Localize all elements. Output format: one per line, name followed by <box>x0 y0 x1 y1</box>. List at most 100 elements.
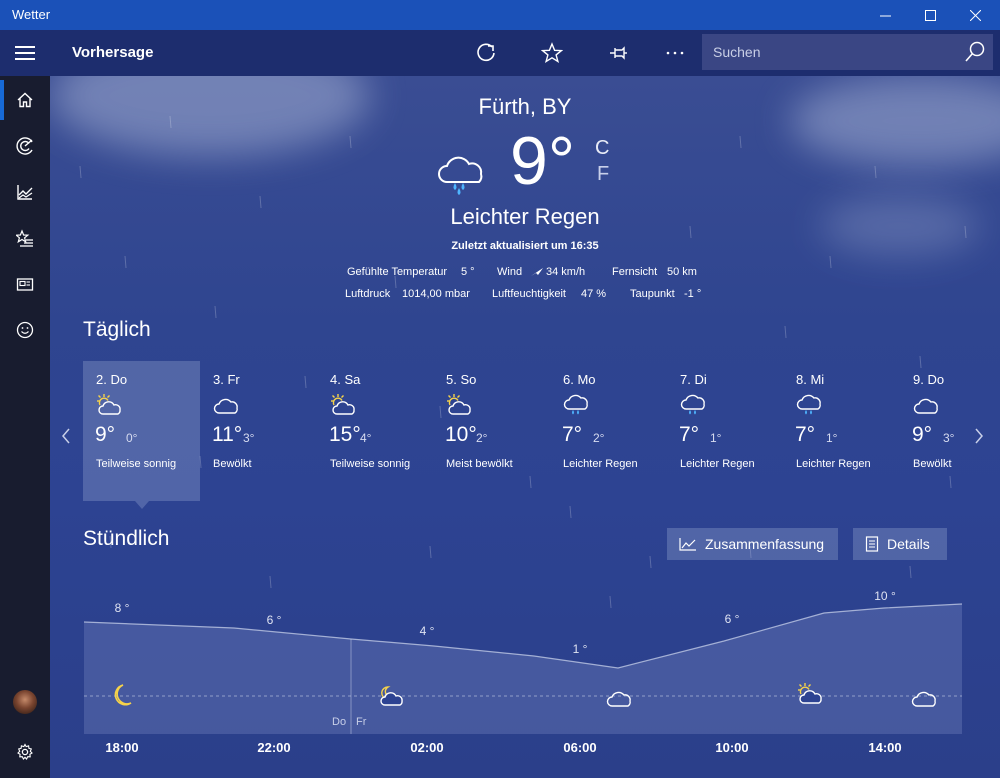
chart-icon <box>17 185 33 200</box>
day-marker-before: Do <box>332 716 347 728</box>
sidebar-item-settings[interactable] <box>0 730 50 774</box>
day-name: 7. Di <box>680 372 707 387</box>
day-card[interactable]: 6. Mo 7° 2° Leichter Regen <box>550 361 667 501</box>
sidebar <box>0 76 50 778</box>
sidebar-item-feedback[interactable] <box>0 308 50 352</box>
pin-button[interactable] <box>601 38 635 68</box>
maximize-button[interactable] <box>907 0 953 30</box>
partly-cloudy-night-icon <box>380 686 403 706</box>
moon-icon <box>114 684 132 706</box>
day-high: 9° <box>912 423 933 446</box>
line-chart-icon <box>679 538 696 551</box>
celsius-toggle[interactable]: C <box>595 137 609 160</box>
hour-label: 14:00 <box>868 740 902 755</box>
day-card[interactable]: 4. Sa 15° 4° Teilweise sonnig <box>317 361 434 501</box>
hour-label: 22:00 <box>257 740 291 755</box>
day-name: 2. Do <box>96 372 128 387</box>
day-low: 2° <box>476 431 488 445</box>
partly-sunny-icon <box>331 394 355 415</box>
refresh-button[interactable] <box>469 38 503 68</box>
more-button[interactable] <box>658 38 692 68</box>
refresh-icon <box>477 43 495 62</box>
pressure-value: 1014,00 mbar <box>402 288 470 300</box>
current-temperature: 9° <box>510 123 576 199</box>
summary-button[interactable]: Zusammenfassung <box>667 528 838 560</box>
humidity-value: 47 % <box>581 288 607 300</box>
fahrenheit-toggle[interactable]: F <box>597 163 609 186</box>
day-condition: Leichter Regen <box>796 458 871 470</box>
day-low: 3° <box>243 431 255 445</box>
hour-temperature: 6 ° <box>724 612 740 626</box>
day-high: 11° <box>212 423 243 446</box>
day-name: 8. Mi <box>796 372 825 387</box>
wind-label: Wind <box>497 266 523 278</box>
pressure-label: Luftdruck <box>345 288 391 300</box>
search-icon <box>965 41 985 62</box>
sidebar-item-forecast[interactable] <box>0 78 50 122</box>
hour-label: 18:00 <box>105 740 139 755</box>
visibility-value: 50 km <box>667 266 697 278</box>
cloud-icon <box>213 398 238 414</box>
hour-temperature: 10 ° <box>874 589 896 603</box>
selection-pointer <box>135 501 149 509</box>
visibility-label: Fernsicht <box>612 266 658 278</box>
daily-heading: Täglich <box>83 318 151 341</box>
favorite-button[interactable] <box>535 38 569 68</box>
sidebar-item-news[interactable] <box>0 262 50 306</box>
cloud-icon <box>911 691 936 707</box>
chevron-left-icon <box>62 428 70 444</box>
day-condition: Meist bewölkt <box>446 458 513 470</box>
day-high: 10° <box>445 423 477 446</box>
details-button[interactable]: Details <box>853 528 947 560</box>
current-conditions: 9° C F <box>435 127 635 211</box>
day-card[interactable]: 3. Fr 11° 3° Bewölkt <box>200 361 317 501</box>
rain-cloud-icon <box>796 394 821 415</box>
document-icon <box>865 536 879 552</box>
dewpoint-label: Taupunkt <box>630 288 675 300</box>
app-header: Vorhersage <box>0 30 1000 76</box>
hour-temperature: 4 ° <box>419 624 435 638</box>
partly-sunny-icon <box>447 394 471 415</box>
close-button[interactable] <box>952 0 998 30</box>
current-condition: Leichter Regen <box>450 204 600 229</box>
title-bar: Wetter <box>0 0 1000 30</box>
avatar[interactable] <box>13 690 37 714</box>
day-condition: Teilweise sonnig <box>96 458 177 470</box>
summary-label: Zusammenfassung <box>705 536 825 552</box>
hour-label: 10:00 <box>715 740 749 755</box>
details-label: Details <box>887 536 930 552</box>
day-card[interactable]: 8. Mi 7° 1° Leichter Regen <box>783 361 900 501</box>
hourly-chart: 8 ° 6 ° 4 ° 1 ° 6 ° 10 ° Do Fr 18:00 22:… <box>84 589 962 778</box>
day-low: 2° <box>593 431 605 445</box>
radar-icon <box>16 137 33 155</box>
sidebar-item-favorites[interactable] <box>0 216 50 260</box>
day-high: 7° <box>795 423 816 446</box>
more-icon <box>666 51 684 55</box>
menu-button[interactable] <box>0 30 50 76</box>
day-marker-after: Fr <box>356 716 367 728</box>
hourly-heading: Stündlich <box>83 527 170 550</box>
day-card[interactable]: 9. Do 9° 3° Bewölkt <box>900 361 995 501</box>
temperature-curve <box>84 603 962 734</box>
day-name: 5. So <box>446 372 477 387</box>
location-name: Fürth, BY <box>478 94 572 119</box>
day-card[interactable]: 7. Di 7° 1° Leichter Regen <box>667 361 784 501</box>
day-low: 3° <box>943 431 955 445</box>
day-low: 4° <box>360 431 372 445</box>
news-icon <box>16 278 34 291</box>
day-card[interactable]: 2. Do 9° 0° Teilweise sonnig <box>83 361 200 509</box>
day-card[interactable]: 5. So 10° 2° Meist bewölkt <box>433 361 550 501</box>
day-high: 7° <box>562 423 583 446</box>
sidebar-item-historical[interactable] <box>0 170 50 214</box>
hour-temperature: 8 ° <box>114 601 130 615</box>
minimize-button[interactable] <box>862 0 908 30</box>
day-name: 6. Mo <box>563 372 596 387</box>
sidebar-item-maps[interactable] <box>0 124 50 168</box>
wind-value: 34 km/h <box>546 266 586 278</box>
search-input[interactable] <box>702 34 952 70</box>
partly-sunny-icon <box>97 394 121 415</box>
search-button[interactable] <box>963 40 987 64</box>
minimize-icon <box>879 15 891 16</box>
rain-cloud-icon <box>438 156 483 195</box>
daily-prev-button[interactable] <box>61 428 71 449</box>
